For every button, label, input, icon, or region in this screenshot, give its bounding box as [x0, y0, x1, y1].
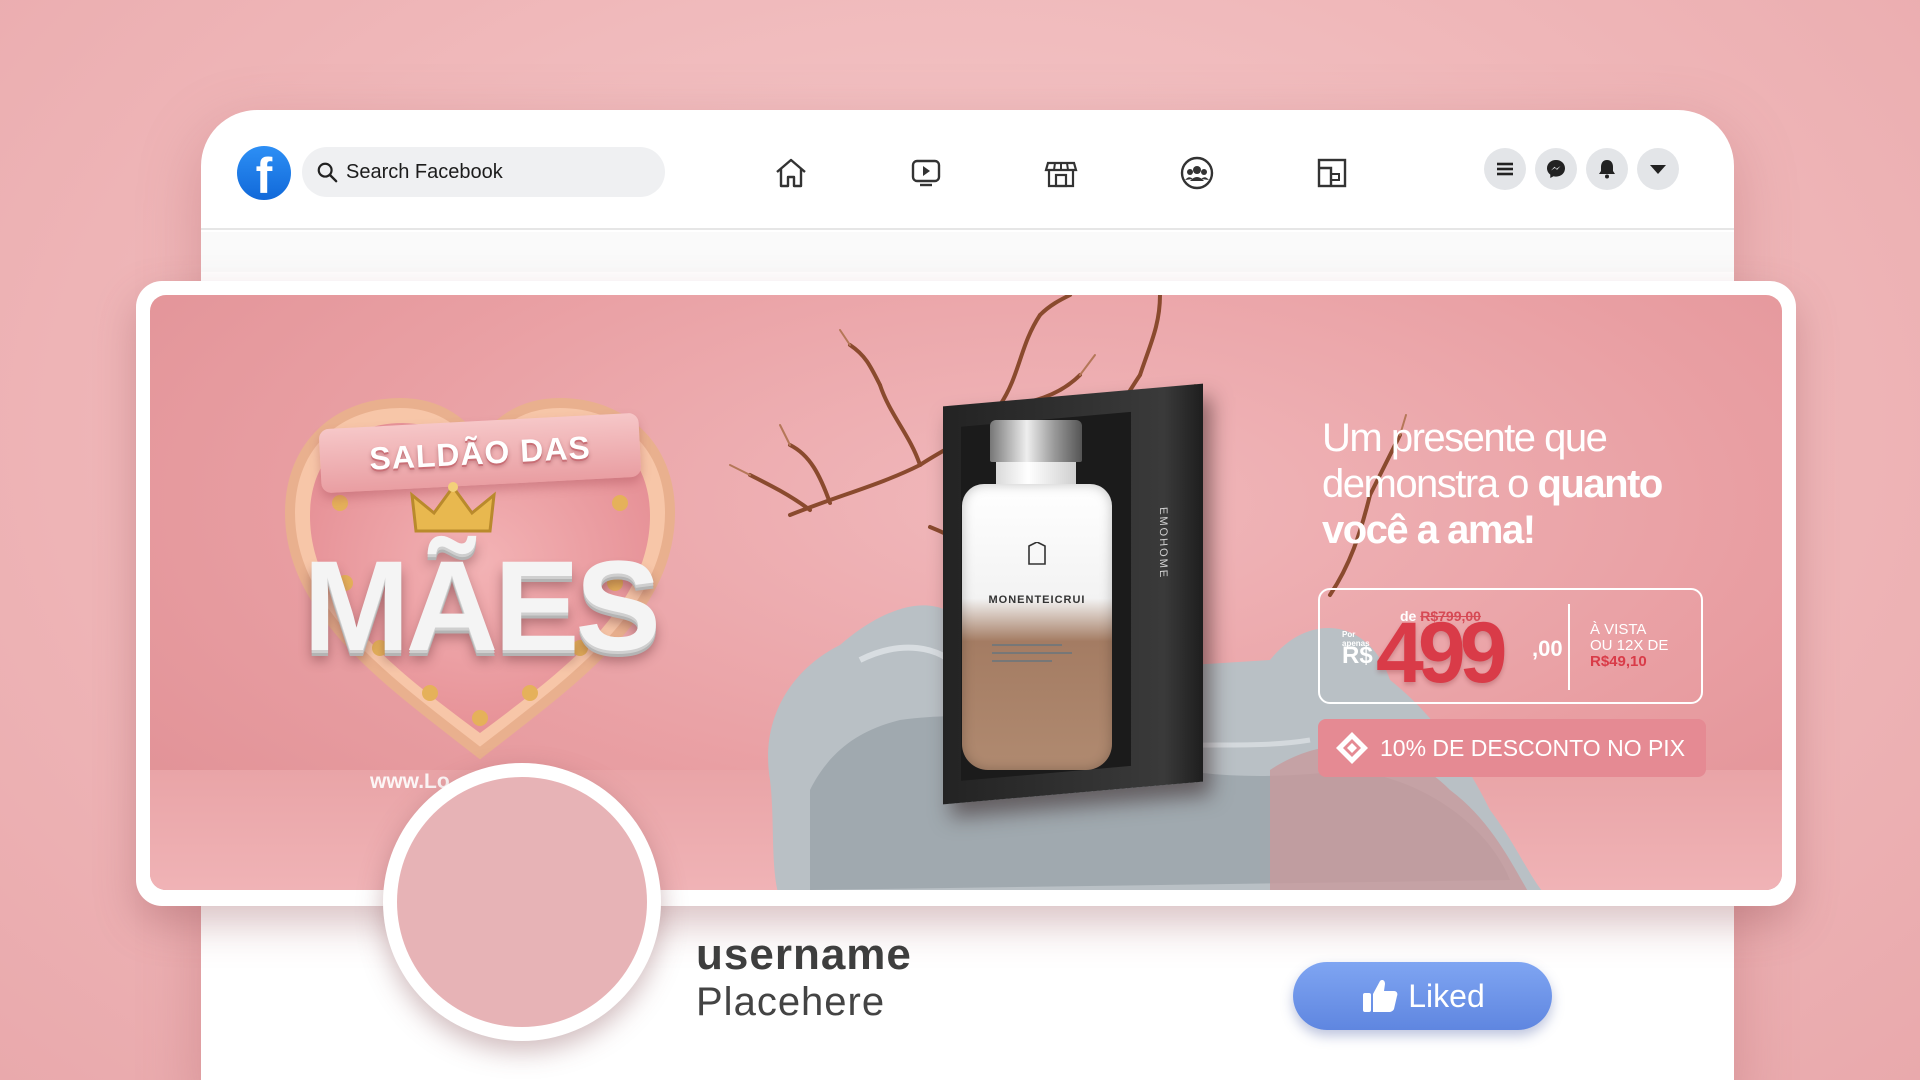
account-dropdown-icon[interactable] — [1637, 148, 1679, 190]
bottle-cap — [990, 420, 1082, 462]
liked-button-label: Liked — [1408, 977, 1485, 1014]
saldao-das-maes-badge: SALDÃO DAS MÃES — [270, 383, 690, 763]
installment-label: OU 12X DE — [1590, 637, 1669, 654]
home-icon[interactable] — [770, 152, 812, 194]
video-icon[interactable] — [905, 152, 947, 194]
avatar[interactable] — [397, 777, 647, 1027]
headline-line-1: Um presente que — [1322, 416, 1608, 460]
facebook-logo-icon[interactable]: f — [237, 146, 291, 200]
headline-line-2-bold: quanto — [1537, 462, 1663, 506]
search-bar[interactable] — [302, 147, 665, 197]
currency-symbol: R$ — [1342, 642, 1373, 669]
por-label: Por — [1342, 630, 1356, 639]
price-box: de R$799,00 Por apenas R$ 499 ,00 À VISTA… — [1318, 588, 1703, 704]
profile-subname: Placehere — [696, 980, 886, 1024]
sale-price-cents: ,00 — [1532, 636, 1563, 661]
product-brand-label: MONENTEICRUI — [988, 594, 1086, 606]
headline-line-2: demonstra o — [1322, 462, 1529, 506]
label-line — [992, 644, 1062, 646]
liked-button[interactable]: Liked — [1293, 962, 1552, 1030]
brand-logo-icon — [1028, 542, 1046, 565]
messenger-icon[interactable] — [1535, 148, 1577, 190]
gaming-icon[interactable] — [1311, 152, 1353, 194]
menu-icon[interactable] — [1484, 148, 1526, 190]
box-side-text: EMOHOME — [1157, 506, 1169, 580]
search-input[interactable] — [346, 160, 646, 184]
bottle-glass: MONENTEICRUI — [962, 484, 1112, 770]
label-line — [992, 652, 1072, 654]
pix-icon — [1336, 732, 1368, 764]
cover-photo[interactable]: EMOHOME MONENTEICRUI SALDÃO DAS MÃES Um … — [150, 295, 1782, 890]
search-icon — [317, 162, 338, 183]
pix-discount-banner: 10% DE DESCONTO NO PIX — [1318, 719, 1706, 777]
badge-ribbon-text: SALDÃO DAS — [368, 428, 592, 477]
profile-username[interactable]: username — [696, 930, 912, 980]
notifications-icon[interactable] — [1586, 148, 1628, 190]
label-line — [992, 660, 1052, 662]
installment-value: R$49,10 — [1590, 653, 1647, 670]
marketplace-icon[interactable] — [1040, 152, 1082, 194]
product-bottle: MONENTEICRUI — [962, 420, 1112, 770]
top-navigation-bar: f — [201, 110, 1734, 230]
pix-discount-text: 10% DE DESCONTO NO PIX — [1380, 734, 1686, 761]
groups-icon[interactable] — [1176, 152, 1218, 194]
installment-info: À VISTA OU 12X DE R$49,10 — [1590, 622, 1668, 670]
sale-price: 499 — [1376, 605, 1507, 701]
crown-icon — [410, 482, 496, 533]
avista-label: À VISTA — [1590, 621, 1647, 638]
cover-photo-frame: EMOHOME MONENTEICRUI SALDÃO DAS MÃES Um … — [136, 281, 1796, 906]
secondary-bar — [201, 232, 1734, 272]
promo-headline: Um presente que demonstra o quanto você … — [1322, 415, 1762, 553]
badge-title: MÃES — [303, 535, 661, 678]
thumbs-up-icon — [1363, 980, 1398, 1012]
headline-line-3: você a ama! — [1322, 508, 1536, 552]
price-divider — [1568, 604, 1570, 690]
profile-avatar-frame — [383, 763, 661, 1041]
